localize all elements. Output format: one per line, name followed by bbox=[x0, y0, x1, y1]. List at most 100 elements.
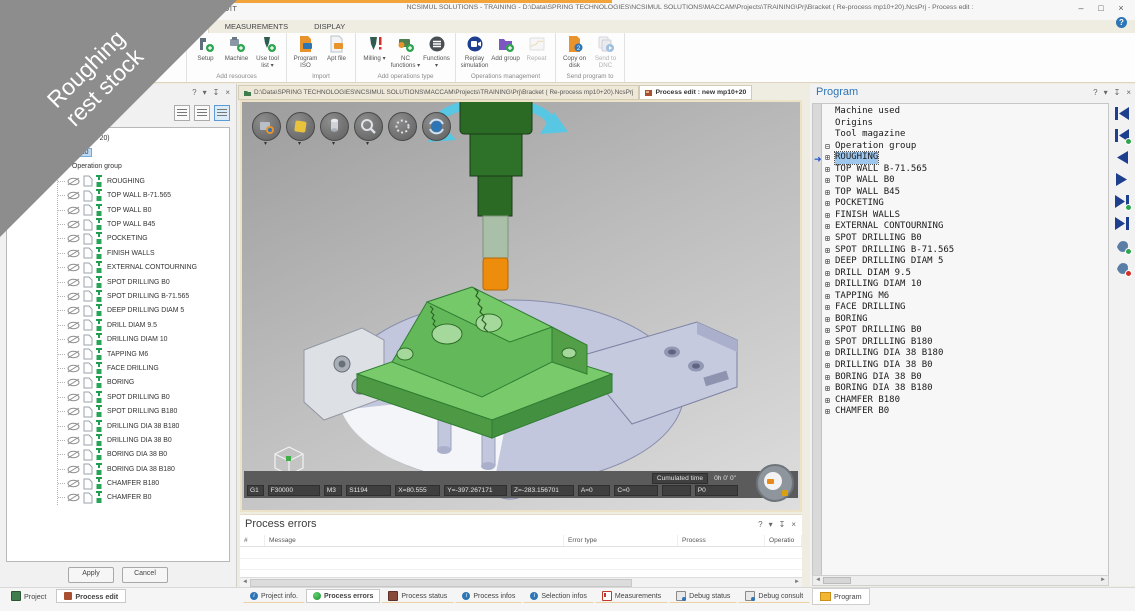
eye-hidden-icon[interactable] bbox=[67, 206, 80, 215]
panel-toggle-tab[interactable]: Selection infos bbox=[523, 589, 594, 603]
expand-icon[interactable]: ⊞ bbox=[825, 314, 835, 326]
operation-item[interactable]: BORING DIA 38 B0 bbox=[58, 448, 229, 462]
errors-horizontal-scrollbar[interactable]: ◄ ► bbox=[240, 577, 802, 587]
expand-icon[interactable]: ⊞ bbox=[825, 187, 835, 199]
program-tree-item[interactable]: ⊞ FINISH WALLS bbox=[825, 210, 1108, 222]
apply-button[interactable]: Apply bbox=[68, 567, 114, 583]
program-dock-tab[interactable]: Program bbox=[812, 588, 870, 605]
error-column-header[interactable]: # bbox=[240, 535, 265, 546]
scroll-right-icon[interactable]: ► bbox=[794, 578, 800, 587]
replay-simulation-button[interactable]: Replay simulation bbox=[459, 33, 490, 73]
panel-toggle-tab[interactable]: Project info. bbox=[243, 589, 305, 603]
add-group-button[interactable]: Add group bbox=[490, 33, 521, 73]
dropdown-caret-icon[interactable]: ▾ bbox=[366, 140, 369, 147]
refresh-view-button[interactable] bbox=[422, 112, 451, 141]
scrollbar-thumb[interactable] bbox=[250, 579, 632, 587]
expand-icon[interactable]: ⊞ bbox=[825, 198, 835, 210]
use-tool-list-button[interactable]: Use tool list ▾ bbox=[252, 33, 283, 73]
eye-hidden-icon[interactable] bbox=[67, 292, 80, 301]
expand-icon[interactable]: ⊞ bbox=[825, 360, 835, 372]
close-button[interactable]: × bbox=[1111, 1, 1131, 15]
eye-hidden-icon[interactable] bbox=[67, 364, 80, 373]
program-tree-item[interactable]: ⊞ SPOT DRILLING B0 bbox=[825, 325, 1108, 337]
program-horizontal-scrollbar[interactable]: ◄ ► bbox=[812, 575, 1109, 586]
functions-button[interactable]: Functions ▾ bbox=[421, 33, 452, 73]
eye-hidden-icon[interactable] bbox=[67, 450, 80, 459]
program-tree-item[interactable]: ⊞ FACE DRILLING bbox=[825, 302, 1108, 314]
expand-icon[interactable]: ⊞ bbox=[825, 348, 835, 360]
list-view-detail-button[interactable] bbox=[214, 105, 230, 121]
panel-pin-icon[interactable]: ↧ bbox=[779, 520, 786, 529]
zoom-button[interactable]: ▾ bbox=[354, 112, 383, 141]
eye-hidden-icon[interactable] bbox=[67, 234, 80, 243]
expand-icon[interactable]: ⊟ bbox=[825, 141, 835, 153]
expand-icon[interactable]: ⊞ bbox=[825, 268, 835, 280]
eye-hidden-icon[interactable] bbox=[67, 177, 80, 186]
maximize-button[interactable]: □ bbox=[1091, 1, 1111, 15]
cycle-time-clock-icon[interactable] bbox=[756, 464, 794, 502]
operation-item[interactable]: SPOT DRILLING B0 bbox=[58, 390, 229, 404]
panel-pin-icon[interactable]: ↧ bbox=[213, 88, 220, 97]
pick-operation-add-button[interactable] bbox=[1114, 238, 1130, 253]
scroll-left-icon[interactable]: ◄ bbox=[815, 576, 821, 585]
error-column-header[interactable]: Message bbox=[265, 535, 564, 546]
dropdown-caret-icon[interactable]: ▾ bbox=[264, 140, 267, 147]
tool-display-button[interactable]: ▾ bbox=[320, 112, 349, 141]
program-tree-item[interactable]: ⊞ DRILLING DIA 38 B0 bbox=[825, 360, 1108, 372]
program-iso-button[interactable]: Program ISO bbox=[290, 33, 321, 73]
program-tree-item[interactable]: ⊞ SPOT DRILLING B0 bbox=[825, 233, 1108, 245]
send-to-dnc-button[interactable]: Send to DNC bbox=[590, 33, 621, 73]
panel-pin-icon[interactable]: ↧ bbox=[1114, 88, 1121, 97]
eye-hidden-icon[interactable] bbox=[67, 378, 80, 387]
milling-button[interactable]: Milling ▾ bbox=[359, 33, 390, 73]
scrollbar-thumb[interactable] bbox=[823, 577, 851, 584]
skip-to-start-button[interactable] bbox=[1114, 106, 1130, 121]
panel-help-icon[interactable]: ? bbox=[192, 88, 196, 97]
panel-help-icon[interactable]: ? bbox=[758, 520, 762, 529]
operation-item[interactable]: POCKETING bbox=[58, 232, 229, 246]
dropdown-caret-icon[interactable]: ▾ bbox=[332, 140, 335, 147]
program-tree-item[interactable]: Tool magazine bbox=[825, 129, 1108, 141]
error-column-header[interactable]: Operatio bbox=[765, 535, 802, 546]
operation-item[interactable]: CHAMFER B0 bbox=[58, 491, 229, 505]
operation-item[interactable]: DRILLING DIAM 10 bbox=[58, 332, 229, 346]
program-tree-item[interactable]: ⊞ BORING DIA 38 B180 bbox=[825, 383, 1108, 395]
skip-to-end-button[interactable] bbox=[1114, 216, 1130, 231]
expand-icon[interactable]: ⊞ bbox=[825, 152, 835, 164]
eye-hidden-icon[interactable] bbox=[67, 191, 80, 200]
minimize-button[interactable]: – bbox=[1071, 1, 1091, 15]
expand-icon[interactable]: ⊞ bbox=[825, 175, 835, 187]
expand-icon[interactable]: ⊞ bbox=[825, 395, 835, 407]
operation-item[interactable]: TOP WALL B-71.565 bbox=[58, 189, 229, 203]
program-tree-item[interactable]: ⊞ EXTERNAL CONTOURNING bbox=[825, 221, 1108, 233]
program-tree-item[interactable]: ⊞ DRILLING DIAM 10 bbox=[825, 279, 1108, 291]
panel-help-icon[interactable]: ? bbox=[1093, 88, 1097, 97]
eye-hidden-icon[interactable] bbox=[67, 407, 80, 416]
program-tree-item[interactable]: ⊞ CHAMFER B180 bbox=[825, 395, 1108, 407]
eye-hidden-icon[interactable] bbox=[67, 350, 80, 359]
eye-hidden-icon[interactable] bbox=[67, 465, 80, 474]
operation-item[interactable]: SPOT DRILLING B0 bbox=[58, 275, 229, 289]
eye-hidden-icon[interactable] bbox=[67, 335, 80, 344]
program-tree-item[interactable]: ⊞ DRILL DIAM 9.5 bbox=[825, 268, 1108, 280]
operation-item[interactable]: DRILLING DIA 38 B180 bbox=[58, 419, 229, 433]
nc-functions-button[interactable]: NC functions ▾ bbox=[390, 33, 421, 73]
step-backward-button[interactable] bbox=[1114, 150, 1130, 165]
expand-icon[interactable]: ⊞ bbox=[825, 164, 835, 176]
panel-toggle-tab[interactable]: Debug status bbox=[669, 589, 737, 603]
restart-tool-button[interactable] bbox=[1114, 128, 1130, 143]
operation-item[interactable]: DEEP DRILLING DIAM 5 bbox=[58, 304, 229, 318]
scroll-right-icon[interactable]: ► bbox=[1100, 576, 1106, 585]
program-tree-item[interactable]: ⊞ DRILLING DIA 38 B180 bbox=[825, 348, 1108, 360]
repeat-button[interactable]: Repeat bbox=[521, 33, 552, 73]
panel-close-icon[interactable]: × bbox=[791, 520, 796, 529]
program-tree-item[interactable]: ⊞ POCKETING bbox=[825, 198, 1108, 210]
program-vertical-scrollbar[interactable] bbox=[813, 104, 822, 575]
operation-item[interactable]: SPOT DRILLING B-71.565 bbox=[58, 289, 229, 303]
expand-icon[interactable]: ⊞ bbox=[825, 221, 835, 233]
error-column-header[interactable]: Error type bbox=[564, 535, 678, 546]
eye-hidden-icon[interactable] bbox=[67, 278, 80, 287]
operation-item[interactable]: TAPPING M6 bbox=[58, 347, 229, 361]
eye-hidden-icon[interactable] bbox=[67, 306, 80, 315]
eye-hidden-icon[interactable] bbox=[67, 393, 80, 402]
